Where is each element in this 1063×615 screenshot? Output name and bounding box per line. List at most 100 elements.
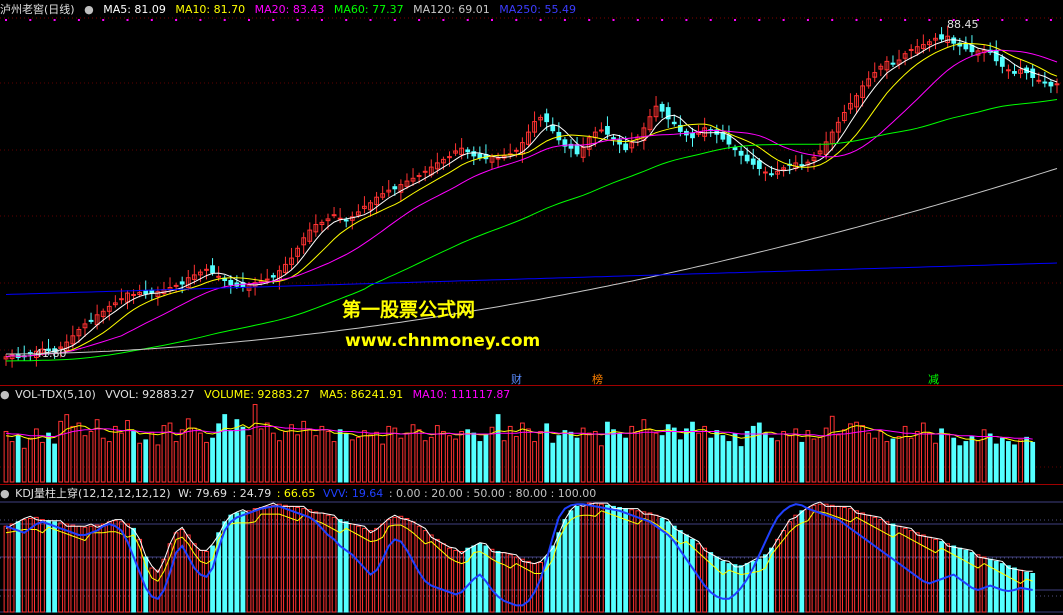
kdj-bar bbox=[611, 505, 616, 613]
volume-bar bbox=[714, 430, 720, 483]
volume-bar bbox=[1018, 439, 1023, 483]
volume-bar bbox=[908, 437, 914, 483]
candle-body bbox=[392, 186, 398, 190]
kdj-bar bbox=[337, 519, 343, 613]
kdj-bar bbox=[434, 538, 440, 613]
kdj-bar bbox=[27, 518, 33, 613]
signal-dot bbox=[1001, 19, 1004, 21]
volume-bar bbox=[665, 424, 671, 483]
volume-bar bbox=[3, 430, 9, 483]
kdj-bar bbox=[647, 512, 653, 613]
volume-bar bbox=[878, 430, 884, 483]
volume-bar bbox=[21, 447, 27, 483]
kdj-bar bbox=[64, 523, 70, 613]
kdj-bar bbox=[605, 504, 610, 613]
kdj-bar bbox=[94, 524, 100, 613]
volume-bar bbox=[58, 420, 64, 483]
volume-bar bbox=[228, 430, 234, 483]
signal-dot bbox=[150, 19, 153, 21]
kdj-bar bbox=[799, 510, 805, 613]
signal-dot bbox=[539, 19, 542, 21]
signal-dot bbox=[320, 19, 323, 21]
volume-bar bbox=[173, 441, 179, 483]
kdj-bar bbox=[349, 523, 355, 613]
candle-body bbox=[611, 137, 616, 140]
candle-body bbox=[890, 62, 896, 65]
kdj-bar bbox=[313, 511, 319, 613]
volume-bar bbox=[9, 441, 15, 483]
volume-bar bbox=[975, 440, 981, 483]
kdj-bar bbox=[307, 509, 313, 613]
high-price-label: 88.45 bbox=[947, 18, 979, 31]
kdj-bar bbox=[155, 569, 161, 613]
kdj-bar bbox=[106, 521, 112, 613]
signal-dot bbox=[782, 19, 785, 21]
event-marker-reduce[interactable]: 减 bbox=[928, 371, 939, 387]
volume-bar bbox=[453, 438, 458, 483]
event-marker-finance[interactable]: 财 bbox=[511, 371, 522, 387]
candle-body bbox=[149, 289, 155, 294]
volume-bar bbox=[52, 443, 57, 483]
kdj-bar bbox=[100, 523, 106, 613]
volume-bar bbox=[33, 428, 39, 483]
kdj-bar bbox=[112, 520, 118, 613]
candle-body bbox=[119, 298, 124, 301]
kdj-bar bbox=[914, 532, 920, 613]
candle-body bbox=[744, 154, 750, 162]
volume-bar bbox=[88, 430, 94, 483]
candle-body bbox=[939, 34, 944, 40]
kdj-bar bbox=[40, 519, 45, 613]
signal-dot bbox=[126, 19, 129, 21]
volume-bar bbox=[252, 404, 258, 483]
kdj-bar bbox=[878, 519, 884, 613]
kdj-bar bbox=[404, 518, 410, 613]
kdj-bar bbox=[884, 521, 890, 613]
kdj-bar bbox=[902, 527, 908, 613]
volume-bar bbox=[507, 425, 513, 483]
watermark-url: www.chnmoney.com bbox=[345, 331, 541, 351]
volume-bar bbox=[641, 419, 647, 483]
ma10-line bbox=[5, 42, 1058, 358]
kdj-bar bbox=[684, 534, 689, 613]
watermark-title: 第一股票公式网 bbox=[342, 299, 476, 321]
signal-dot bbox=[636, 19, 639, 21]
volume-bar bbox=[270, 432, 276, 483]
volume-bar bbox=[902, 425, 908, 483]
volume-bar bbox=[355, 436, 361, 483]
volume-bar bbox=[605, 421, 610, 483]
candle-body bbox=[1048, 81, 1054, 87]
kdj-bar bbox=[88, 525, 94, 613]
volume-bar bbox=[343, 433, 349, 483]
volume-bar bbox=[295, 434, 300, 483]
volume-bar bbox=[914, 430, 920, 483]
signal-dot bbox=[466, 19, 469, 21]
volume-bar bbox=[149, 431, 155, 483]
volume-bar bbox=[927, 432, 932, 483]
kdj-bar bbox=[574, 505, 580, 613]
volume-bar bbox=[981, 429, 987, 483]
signal-dot bbox=[175, 19, 178, 21]
volume-bar bbox=[112, 425, 118, 483]
kdj-bar bbox=[617, 507, 622, 613]
kdj-bar bbox=[46, 520, 51, 613]
volume-bar bbox=[598, 445, 604, 483]
volume-bar bbox=[732, 433, 738, 483]
event-marker-list[interactable]: 榜 bbox=[592, 371, 603, 387]
volume-bar bbox=[398, 437, 404, 483]
candle-body bbox=[550, 124, 556, 132]
signal-dot bbox=[1025, 19, 1028, 21]
candle-body bbox=[738, 150, 744, 156]
volume-bar bbox=[550, 442, 556, 483]
volume-bar bbox=[647, 429, 653, 483]
kdj-bar bbox=[234, 512, 240, 613]
chart-canvas[interactable] bbox=[0, 0, 1063, 615]
volume-bar bbox=[617, 433, 622, 483]
volume-bar bbox=[76, 422, 82, 483]
kdj-bar bbox=[939, 541, 944, 613]
candle-body bbox=[598, 129, 604, 132]
kdj-bar bbox=[805, 507, 811, 613]
signal-dot bbox=[831, 19, 834, 21]
candle-body bbox=[270, 275, 276, 278]
candle-body bbox=[732, 147, 738, 151]
volume-bar bbox=[756, 422, 762, 483]
